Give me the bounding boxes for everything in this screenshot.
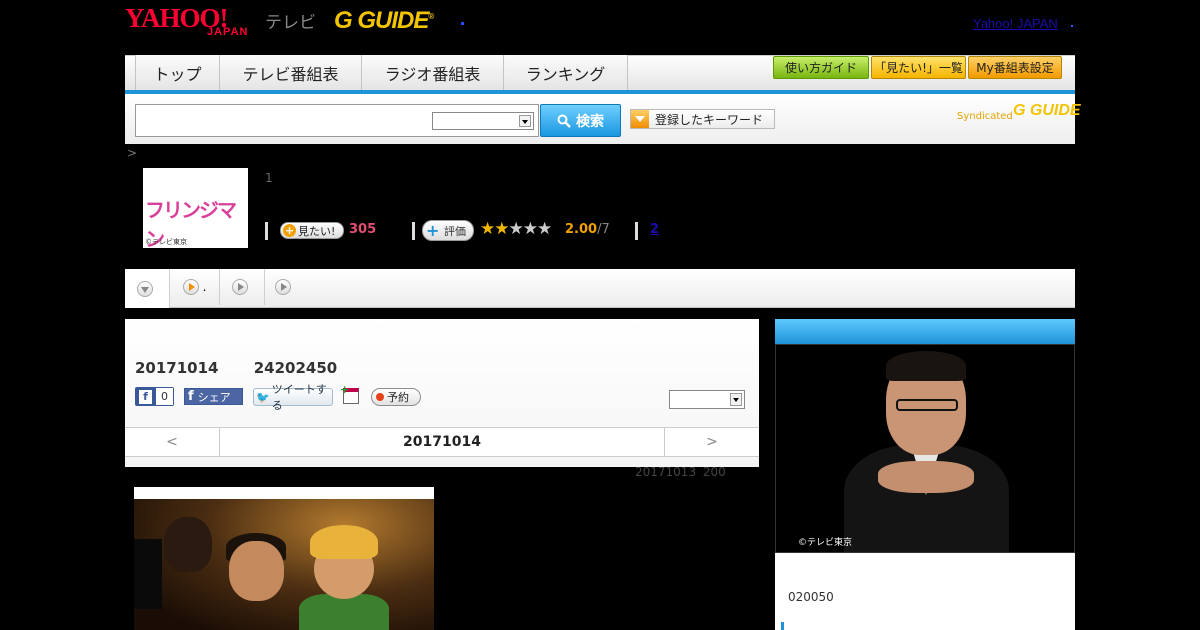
date-navigation: < 20171014 > <box>125 427 759 457</box>
star-filled-icon: ★ <box>494 219 509 239</box>
reserve-recording-button[interactable]: 予約 <box>371 388 421 406</box>
plus-icon: + <box>283 224 296 237</box>
rating-value: 2.00/7 <box>565 222 610 237</box>
registered-keywords-button[interactable]: 登録したキーワード <box>630 109 775 129</box>
person-hair <box>310 525 378 559</box>
person-face <box>229 541 284 601</box>
facebook-like-count: 0 <box>156 388 173 405</box>
divider <box>635 222 638 240</box>
syndicated-gguide-logo: G GUIDE <box>1013 102 1081 119</box>
side-accent-bar <box>781 622 784 630</box>
play-icon <box>182 279 199 295</box>
episode-count: 1 <box>265 171 273 185</box>
syndicated-label: Syndicated <box>957 111 1013 122</box>
cast-photo: ©テレビ東京 <box>775 344 1075 553</box>
header-link-dot <box>1071 25 1073 27</box>
scene-photo <box>134 499 434 630</box>
yahoo-japan-logo-text: JAPAN <box>207 26 249 38</box>
tweet-label: ツイートする <box>271 383 327 412</box>
subtab-1[interactable]: . <box>170 269 220 305</box>
current-date: 20171014 <box>403 434 481 450</box>
search-category-select[interactable] <box>432 112 534 130</box>
previous-date-button[interactable]: < <box>125 428 220 456</box>
plus-icon: + <box>426 220 440 240</box>
my-schedule-settings-button[interactable]: My番組表設定 <box>968 56 1062 79</box>
tweet-button[interactable]: 🐦 ツイートする <box>253 383 333 412</box>
tv-logo-text[interactable]: テレビ <box>265 8 316 33</box>
nav-tabs: トップ テレビ番組表 ラジオ番組表 ランキング <box>135 55 628 90</box>
gguide-logo-text: G GUIDE <box>334 7 429 34</box>
nav-tab-radio-schedule[interactable]: ラジオ番組表 <box>362 55 504 90</box>
divider <box>412 222 415 240</box>
want-to-watch-list-button[interactable]: 「見たい!」一覧 <box>871 56 966 79</box>
dropdown-arrow-icon <box>631 110 649 128</box>
facebook-like-button[interactable]: f 0 <box>135 387 174 406</box>
broadcast-date-time: 20171014 24202450 <box>135 359 337 377</box>
cast-glasses <box>896 399 958 411</box>
rate-button[interactable]: + 評価 <box>422 220 474 241</box>
nav-tab-top[interactable]: トップ <box>136 55 220 90</box>
nav-tab-ranking[interactable]: ランキング <box>504 55 628 90</box>
chevron-down-icon <box>519 115 531 127</box>
add-calendar-icon[interactable] <box>340 383 359 404</box>
facebook-icon: f <box>188 389 194 404</box>
search-button[interactable]: 検索 <box>540 104 621 137</box>
want-to-watch-label: 見たい! <box>298 224 336 238</box>
broadcast-time: 24202450 <box>253 359 338 377</box>
review-count-link[interactable]: 2 <box>650 222 659 237</box>
next-date-button[interactable]: > <box>664 428 759 456</box>
reserve-label: 予約 <box>387 391 409 404</box>
rate-label: 評価 <box>444 224 466 238</box>
subtab-label: . <box>202 280 207 294</box>
guide-button[interactable]: 使い方ガイド <box>773 56 869 79</box>
program-thumbnail-credit: ©テレビ東京 <box>145 238 187 246</box>
star-empty-icon: ★ <box>508 219 524 239</box>
chevron-down-icon <box>137 280 153 297</box>
side-panel-header <box>775 319 1075 344</box>
star-empty-icon: ★ <box>522 219 538 239</box>
facebook-share-label: シェア <box>197 390 231 404</box>
chevron-down-icon <box>730 393 742 406</box>
subtab-0[interactable] <box>125 269 170 308</box>
rating-number: 2.00 <box>565 222 598 237</box>
nav-buttons: 使い方ガイド 「見たい!」一覧 My番組表設定 <box>773 56 1062 79</box>
program-thumbnail[interactable]: フリンジマン ©テレビ東京 <box>143 168 248 251</box>
person-silhouette <box>164 517 212 572</box>
nav-tab-tv-schedule[interactable]: テレビ番組表 <box>220 55 362 90</box>
photo-caption-bar <box>134 487 434 499</box>
page-root: YAHOO! JAPAN テレビ G GUIDE® Yahoo! JAPAN ト… <box>0 0 1200 630</box>
previous-broadcast-info: 20171013 200 <box>635 465 726 479</box>
cast-photo-credit: ©テレビ東京 <box>798 538 853 548</box>
registered-mark: ® <box>428 12 434 21</box>
breadcrumb[interactable]: > <box>127 146 137 160</box>
play-icon <box>275 279 291 295</box>
subtab-2[interactable] <box>220 269 265 305</box>
registered-keywords-label: 登録したキーワード <box>655 112 764 127</box>
play-icon <box>232 279 248 295</box>
record-icon <box>376 393 384 401</box>
search-icon <box>557 114 571 128</box>
monitor-shape <box>134 539 162 609</box>
twitter-bird-icon: 🐦 <box>256 390 270 404</box>
cast-hair <box>886 351 966 381</box>
broadcast-select[interactable] <box>669 390 745 409</box>
want-to-watch-button[interactable]: + 見たい! <box>280 222 344 239</box>
rating-stars: ★★★★★ <box>480 219 552 239</box>
want-to-watch-count: 305 <box>349 222 377 237</box>
cast-hands <box>878 461 974 493</box>
broadcast-date: 20171014 <box>135 359 219 377</box>
side-info-text: 020050 <box>788 590 834 604</box>
star-filled-icon: ★ <box>480 219 495 239</box>
yahoo-japan-link[interactable]: Yahoo! JAPAN <box>973 16 1058 31</box>
gguide-logo[interactable]: G GUIDE® <box>334 7 434 35</box>
facebook-share-button[interactable]: f シェア <box>184 388 243 405</box>
divider <box>265 222 268 240</box>
subtab-3[interactable] <box>265 269 305 305</box>
search-button-label: 検索 <box>576 113 604 130</box>
person-body <box>299 594 389 630</box>
header-dot <box>461 22 464 25</box>
rating-denominator: /7 <box>597 222 610 237</box>
star-empty-icon: ★ <box>537 219 552 239</box>
facebook-icon: f <box>139 389 152 404</box>
